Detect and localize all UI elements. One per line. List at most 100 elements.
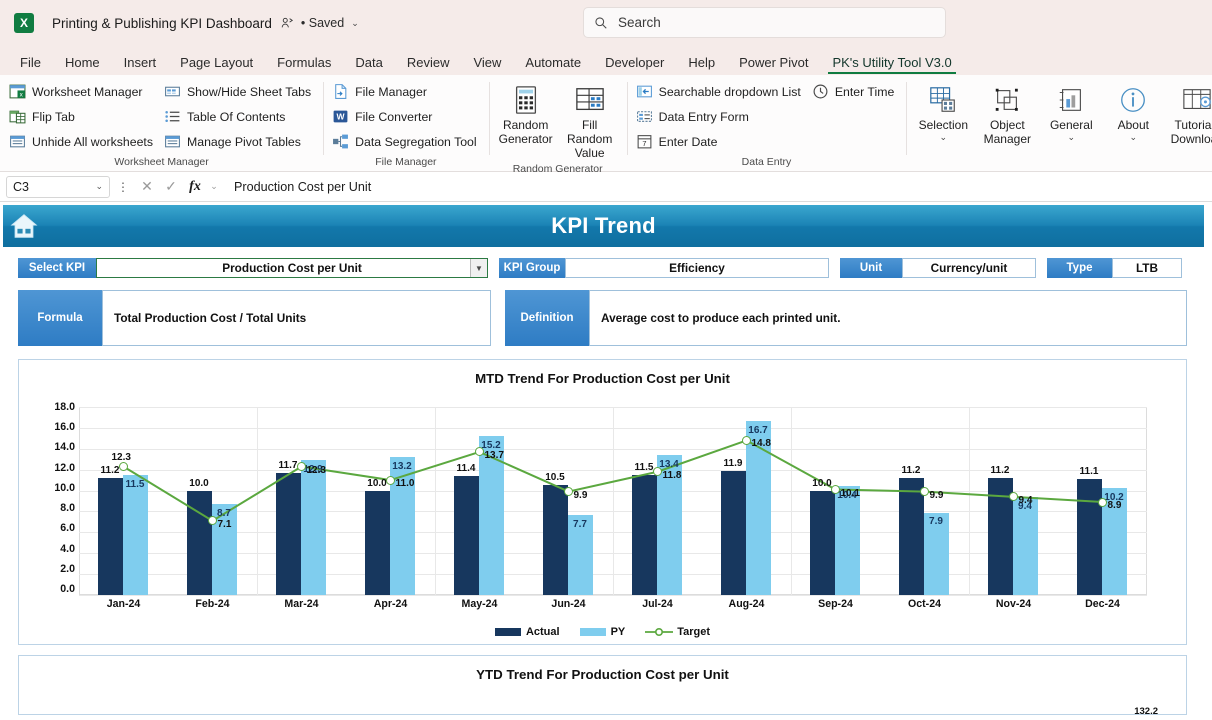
tab-insert[interactable]: Insert [112, 52, 169, 75]
insert-function-icon[interactable]: fx [184, 179, 206, 195]
bar-py[interactable] [923, 512, 949, 595]
bar-py[interactable] [745, 420, 771, 595]
bar-group[interactable] [702, 407, 791, 595]
formula-input[interactable]: Production Cost per Unit [230, 176, 1206, 198]
bar-actual[interactable] [97, 478, 123, 595]
legend-item-target[interactable]: Target [645, 626, 710, 638]
name-box-menu-icon[interactable]: ⋮ [112, 180, 134, 194]
tab-home[interactable]: Home [53, 52, 112, 75]
table-of-contents-icon [165, 110, 180, 123]
select-kpi-dropdown[interactable]: Production Cost per Unit ▼ [96, 258, 488, 278]
mtd-chart-title: MTD Trend For Production Cost per Unit [475, 371, 730, 386]
random-generator-button[interactable]: Random Generator [495, 82, 557, 149]
bar-py[interactable] [211, 504, 237, 595]
tab-automate[interactable]: Automate [513, 52, 593, 75]
general-button[interactable]: General ⌄ [1040, 82, 1102, 146]
bar-actual[interactable] [809, 490, 835, 595]
bar-py[interactable] [478, 436, 504, 595]
group-label-file-manager: File Manager [375, 156, 437, 168]
bar-py[interactable] [122, 474, 148, 595]
bar-py[interactable] [300, 460, 326, 595]
unhide-all-worksheets-button[interactable]: Unhide All worksheets [6, 130, 159, 153]
bar-actual[interactable] [542, 485, 568, 595]
ytd-peek-label: 132.2 [1134, 706, 1158, 715]
data-entry-form-button[interactable]: Data Entry Form [633, 105, 807, 128]
tutorials-download-button[interactable]: Tutorials Download [1164, 82, 1212, 149]
cancel-entry-icon[interactable]: ✕ [136, 178, 158, 195]
bar-group[interactable] [79, 407, 168, 595]
bar-py[interactable] [1101, 488, 1127, 595]
tab-data[interactable]: Data [343, 52, 394, 75]
about-button[interactable]: About ⌄ [1102, 82, 1164, 146]
object-manager-button[interactable]: Object Manager [974, 82, 1040, 149]
bar-group[interactable] [257, 407, 346, 595]
tab-page-layout[interactable]: Page Layout [168, 52, 265, 75]
tab-formulas[interactable]: Formulas [265, 52, 343, 75]
searchable-dropdown-label: Searchable dropdown List [658, 84, 801, 99]
bar-py[interactable] [834, 486, 860, 595]
bar-group[interactable] [1058, 407, 1147, 595]
bar-actual[interactable] [275, 472, 301, 595]
fill-random-value-button[interactable]: Fill Random Value [559, 82, 621, 163]
tab-review[interactable]: Review [395, 52, 462, 75]
bar-py[interactable] [1012, 496, 1038, 595]
enter-time-button[interactable]: Enter Time [809, 80, 900, 103]
file-converter-button[interactable]: W File Converter [329, 105, 482, 128]
general-icon [1060, 89, 1082, 111]
name-box[interactable]: C3 ⌄ [6, 175, 110, 198]
show-hide-sheet-tabs-button[interactable]: Show/Hide Sheet Tabs [161, 80, 317, 103]
chevron-down-icon[interactable]: ⌄ [940, 132, 948, 143]
table-of-contents-button[interactable]: Table Of Contents [161, 105, 317, 128]
confirm-entry-icon[interactable]: ✓ [160, 178, 182, 195]
chevron-down-icon[interactable]: ▼ [470, 259, 487, 277]
bar-actual[interactable] [720, 470, 746, 595]
bar-group[interactable] [346, 407, 435, 595]
tab-power-pivot[interactable]: Power Pivot [727, 52, 820, 75]
enter-time-icon [813, 84, 828, 99]
bar-py[interactable] [389, 457, 415, 595]
bar-group[interactable] [791, 407, 880, 595]
bar-group[interactable] [613, 407, 702, 595]
searchable-dropdown-list-button[interactable]: Searchable dropdown List [633, 80, 807, 103]
chevron-down-icon[interactable]: ⌄ [1068, 132, 1076, 143]
formula-bar-expand-icon[interactable]: ⌄ [208, 181, 220, 192]
file-manager-button[interactable]: File Manager [329, 80, 482, 103]
tab-help[interactable]: Help [676, 52, 727, 75]
chevron-down-icon[interactable]: ⌄ [95, 181, 103, 192]
bar-actual[interactable] [186, 490, 212, 595]
person-share-icon[interactable] [280, 16, 294, 30]
flip-tab-button[interactable]: Flip Tab [6, 105, 159, 128]
bar-group[interactable] [969, 407, 1058, 595]
manage-pivot-tables-icon [165, 135, 180, 148]
bar-group[interactable] [435, 407, 524, 595]
search-input[interactable]: Search [583, 7, 946, 38]
bar-group[interactable] [168, 407, 257, 595]
legend-item-py[interactable]: PY [579, 626, 625, 638]
select-kpi-control[interactable]: Select KPI Production Cost per Unit ▼ [18, 258, 488, 278]
bar-actual[interactable] [364, 490, 390, 595]
bar-actual[interactable] [898, 478, 924, 595]
bar-actual[interactable] [1076, 479, 1102, 595]
data-segregation-tool-button[interactable]: Data Segregation Tool [329, 130, 482, 153]
worksheet-manager-button[interactable]: x Worksheet Manager [6, 80, 159, 103]
legend-item-actual[interactable]: Actual [494, 626, 560, 638]
bar-group[interactable] [524, 407, 613, 595]
enter-date-button[interactable]: 7 Enter Date [633, 130, 807, 153]
manage-pivot-tables-button[interactable]: Manage Pivot Tables [161, 130, 317, 153]
file-converter-icon: W [333, 110, 348, 123]
bar-actual[interactable] [987, 478, 1013, 595]
bar-actual[interactable] [631, 474, 657, 595]
tab-file[interactable]: File [8, 52, 53, 75]
selection-button[interactable]: Selection ⌄ [912, 82, 974, 146]
bar-group[interactable] [880, 407, 969, 595]
bar-py[interactable] [656, 455, 682, 595]
tab-view[interactable]: View [461, 52, 513, 75]
document-title[interactable]: Printing & Publishing KPI Dashboard [52, 16, 272, 31]
bar-py[interactable] [567, 514, 593, 595]
type-label: Type [1047, 258, 1112, 278]
tab-pks-utility-tool[interactable]: PK's Utility Tool V3.0 [820, 52, 963, 75]
chevron-down-icon[interactable]: ⌄ [351, 18, 359, 29]
tab-developer[interactable]: Developer [593, 52, 676, 75]
bar-actual[interactable] [453, 475, 479, 595]
chevron-down-icon[interactable]: ⌄ [1130, 132, 1138, 143]
